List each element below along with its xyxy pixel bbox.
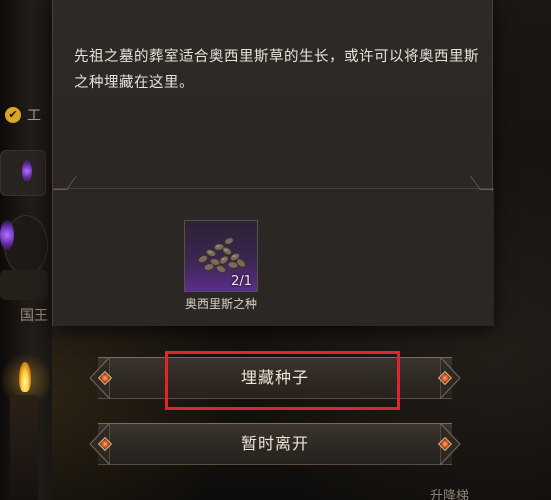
purple-crystal-glow <box>0 220 14 250</box>
npc-dialog-panel: 先祖之墓的葬室适合奥西里斯草的生长，或许可以将奥西里斯之种埋藏在这里。 <box>52 0 494 326</box>
leave-label: 暂时离开 <box>240 434 309 453</box>
npc-name-label: 国王 <box>20 308 48 324</box>
purple-crystal-glow <box>22 160 32 182</box>
item-count: 2/1 <box>231 274 252 289</box>
item-slot[interactable]: 2/1 <box>184 220 258 292</box>
leave-button[interactable]: 暂时离开 <box>88 419 462 469</box>
background-ledge <box>0 270 48 300</box>
seed-pile-icon <box>197 237 246 273</box>
bury-seed-button[interactable]: 埋藏种子 <box>88 353 462 403</box>
dialog-divider <box>53 176 494 192</box>
item-name: 奥西里斯之种 <box>184 297 257 311</box>
quest-tracker-label[interactable]: 工 <box>27 105 41 125</box>
game-scene: ✔ 工 国王 升降梯 先祖之墓的葬室适合奥西里斯草的生长，或许可以将奥西里斯之种… <box>0 0 551 500</box>
bury-seed-label: 埋藏种子 <box>240 368 309 387</box>
elevator-label: 升降梯 <box>430 489 470 500</box>
quest-check-icon: ✔ <box>5 107 21 123</box>
candle-flame-icon <box>19 362 31 392</box>
dialog-text: 先祖之墓的葬室适合奥西里斯草的生长，或许可以将奥西里斯之种埋藏在这里。 <box>74 49 479 91</box>
candle <box>10 395 38 500</box>
